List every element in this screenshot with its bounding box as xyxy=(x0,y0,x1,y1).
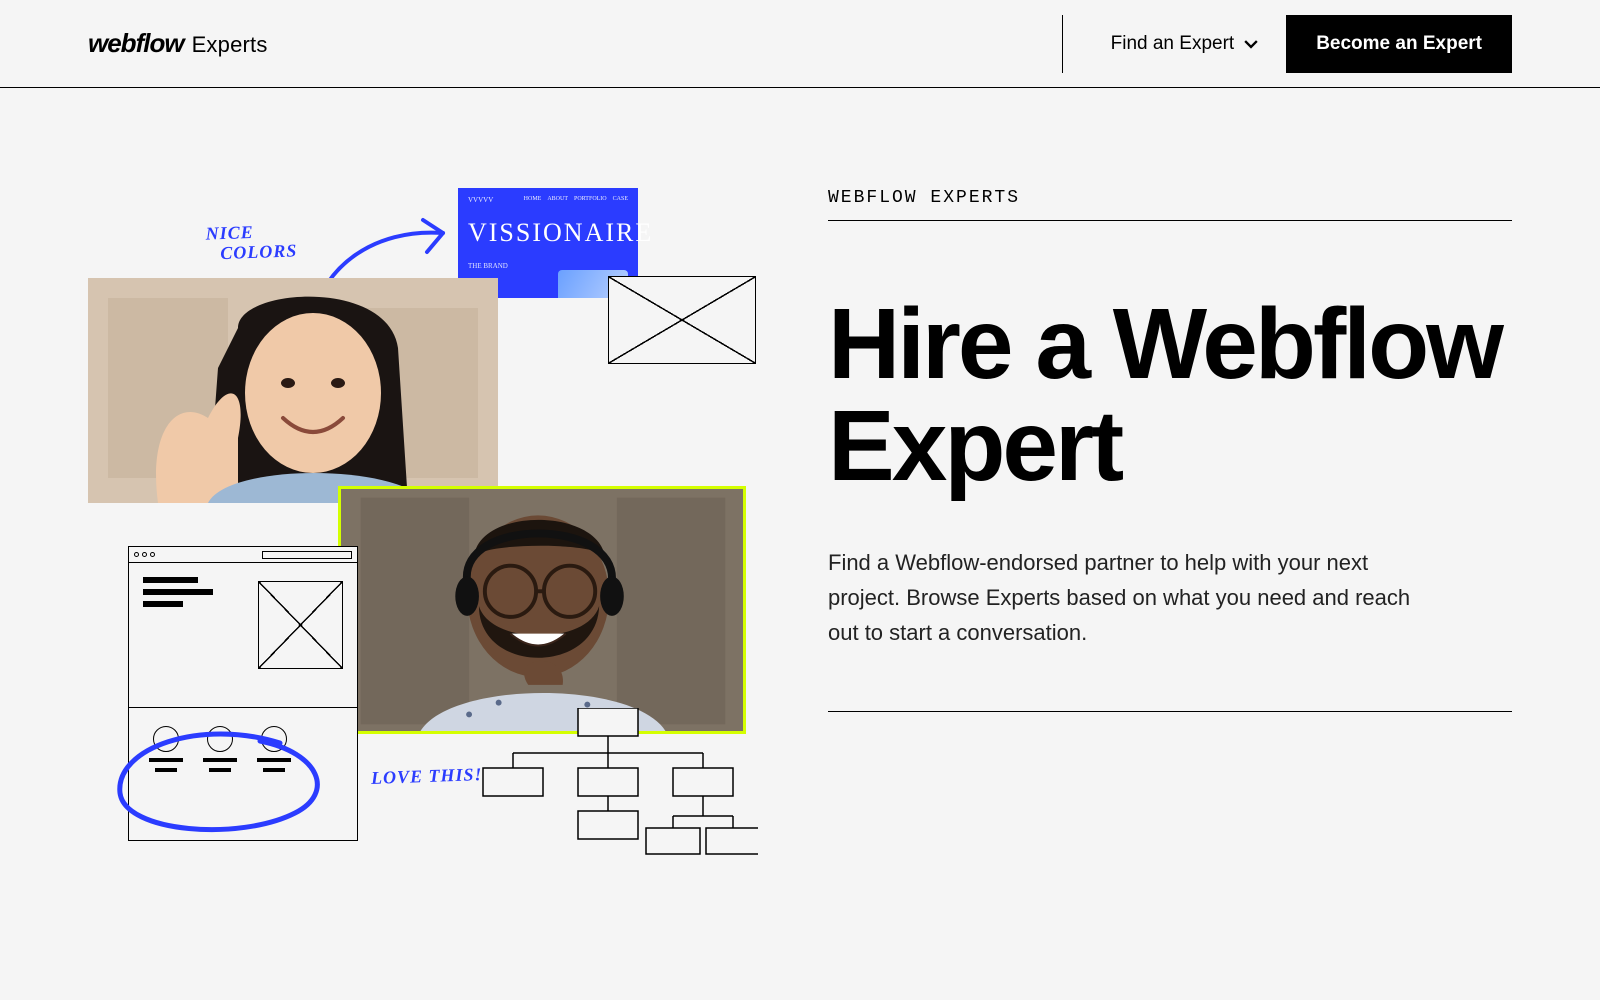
section-divider xyxy=(828,711,1512,712)
become-expert-button[interactable]: Become an Expert xyxy=(1286,15,1512,73)
site-header: webflow Experts Find an Expert Become an… xyxy=(0,0,1600,88)
handwritten-note-love-this: LOVE THIS! xyxy=(371,764,483,789)
become-expert-label: Become an Expert xyxy=(1316,33,1482,54)
expert-photo-1 xyxy=(88,278,498,503)
find-expert-label: Find an Expert xyxy=(1111,33,1235,55)
hero-title: Hire a Webflow Expert xyxy=(828,293,1512,497)
hero-section: NICE COLORS VVVVV HOMEABOUTPORTFOLIOCASE… xyxy=(0,88,1600,908)
hero-copy: WEBFLOW EXPERTS Hire a Webflow Expert Fi… xyxy=(828,188,1512,908)
hero-eyebrow: WEBFLOW EXPERTS xyxy=(828,188,1512,208)
sample-site-title: VISSIONAIRE xyxy=(468,218,628,248)
wireframe-placeholder-box xyxy=(608,276,756,364)
hero-collage: NICE COLORS VVVVV HOMEABOUTPORTFOLIOCASE… xyxy=(88,188,748,908)
hero-body: Find a Webflow-endorsed partner to help … xyxy=(828,545,1428,651)
primary-nav: Find an Expert Become an Expert xyxy=(1062,15,1512,73)
nav-divider xyxy=(1062,15,1063,73)
wireframe-browser-mockup xyxy=(128,546,358,841)
eyebrow-wrap: WEBFLOW EXPERTS xyxy=(828,188,1512,221)
chevron-down-icon xyxy=(1244,37,1258,51)
find-expert-dropdown[interactable]: Find an Expert xyxy=(1111,33,1259,55)
logo-subtext: Experts xyxy=(192,32,268,58)
logo[interactable]: webflow Experts xyxy=(88,28,268,59)
flowchart-diagram xyxy=(468,708,758,878)
logo-wordmark: webflow xyxy=(88,28,184,59)
handwritten-note-nice-colors: NICE COLORS xyxy=(205,221,297,264)
expert-photo-2 xyxy=(338,486,746,734)
